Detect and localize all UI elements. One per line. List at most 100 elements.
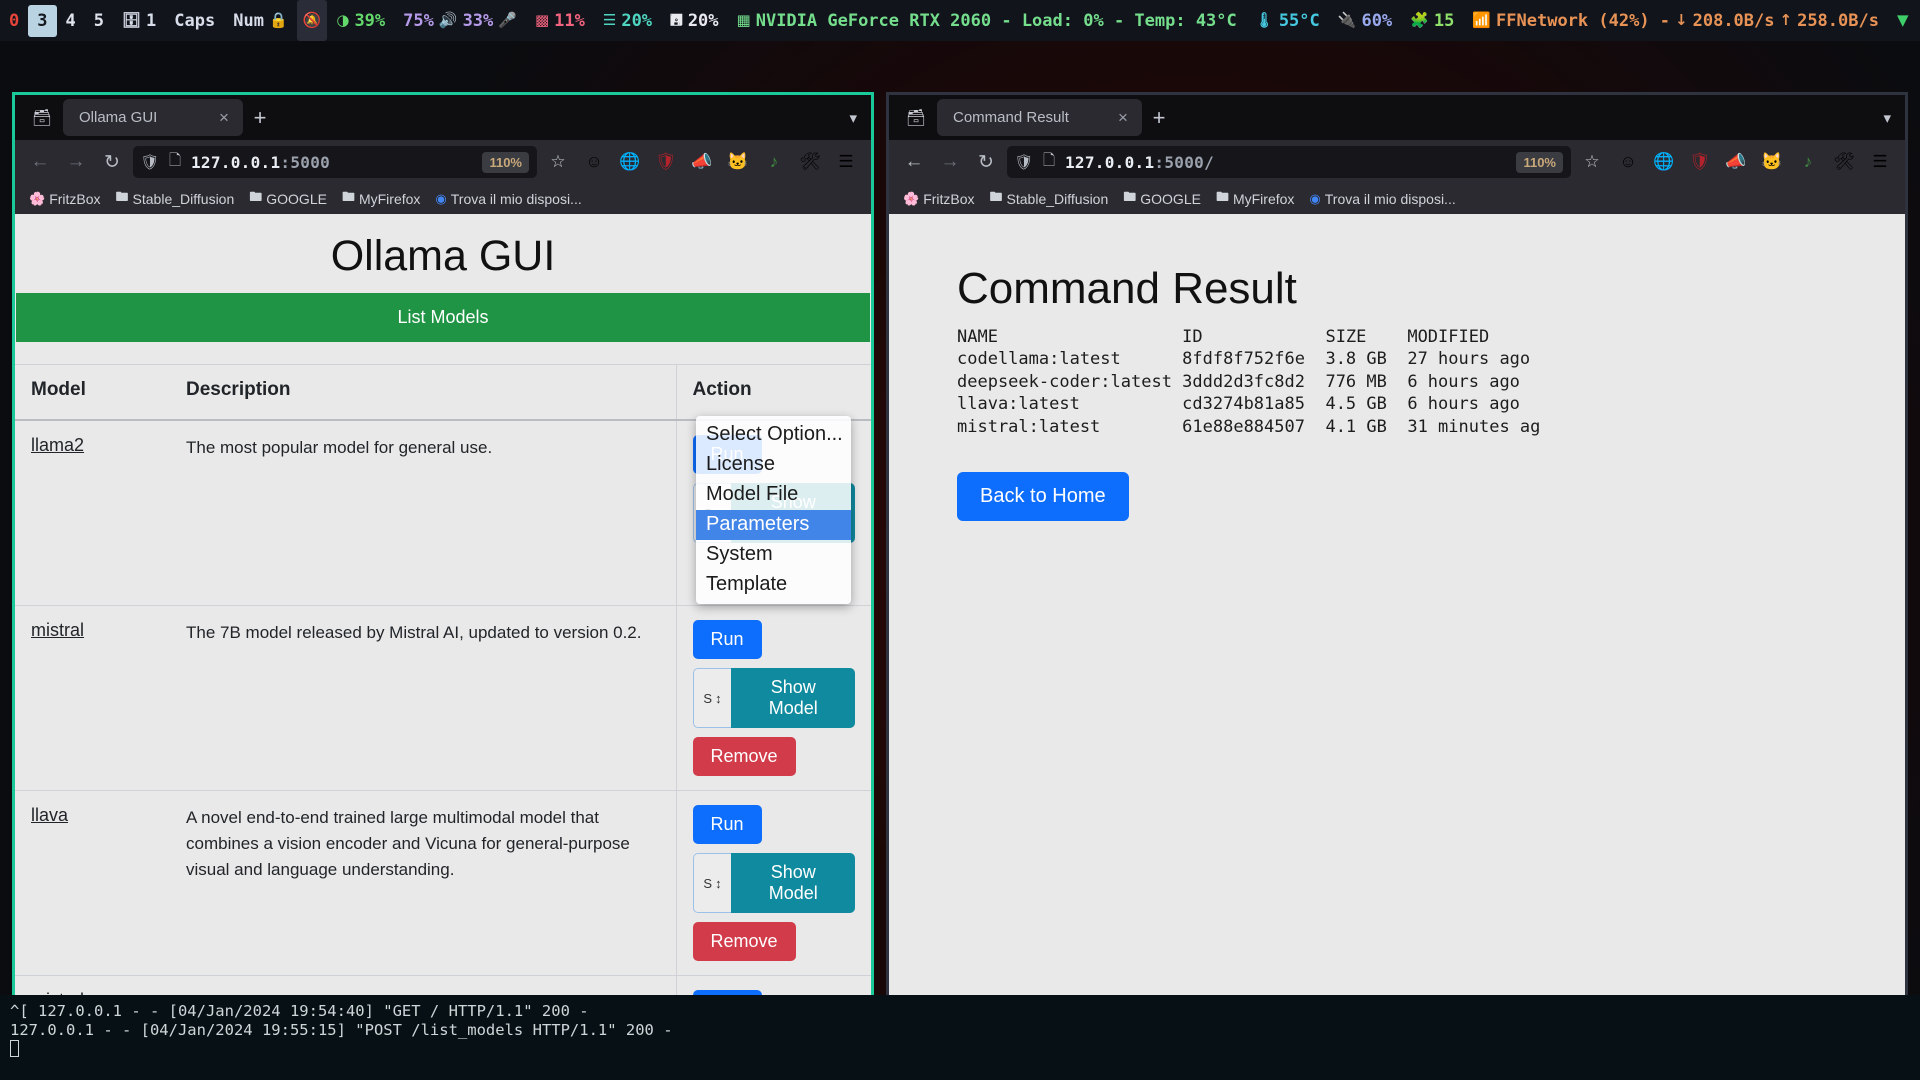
- dropdown-option-system[interactable]: System: [696, 540, 851, 570]
- notifications-toggle[interactable]: 🔕: [296, 0, 328, 41]
- bookmark-fritzbox[interactable]: 🌸 FritzBox: [899, 191, 979, 207]
- show-model-button[interactable]: Show Model: [731, 668, 855, 728]
- cat-icon[interactable]: 🐱: [1757, 147, 1787, 177]
- close-icon[interactable]: ×: [215, 108, 233, 128]
- bookmark-trova-il-mio-dispositivo[interactable]: ◉ Trova il mio disposi...: [431, 191, 585, 207]
- hamburger-menu-icon[interactable]: ☰: [1865, 147, 1895, 177]
- tab-title: Command Result: [953, 109, 1069, 126]
- chevron-down-icon[interactable]: ▾: [849, 109, 857, 127]
- network-indicator[interactable]: 📶 FFNetwork (42%) - ↓ 208.0B/s ↑ 258.0B/…: [1463, 0, 1888, 41]
- microphone-icon: 🎤: [498, 11, 517, 29]
- back-button[interactable]: ←: [25, 147, 55, 177]
- brightness-indicator[interactable]: ◑ 39%: [327, 0, 394, 41]
- megaphone-icon[interactable]: 📣: [687, 147, 717, 177]
- puzzle-extension-icon[interactable]: 🛠: [1829, 147, 1859, 177]
- shield-icon[interactable]: 🛡: [140, 147, 159, 177]
- dropdown-option-template[interactable]: Template: [696, 570, 851, 600]
- close-icon[interactable]: ×: [1114, 108, 1132, 128]
- model-link-mistral[interactable]: mistral: [31, 620, 84, 640]
- reload-button[interactable]: ↻: [97, 147, 127, 177]
- dropdown-option-parameters[interactable]: Parameters: [696, 510, 851, 540]
- music-note-icon[interactable]: ♪: [1793, 147, 1823, 177]
- shield-icon[interactable]: 🛡: [1014, 147, 1033, 177]
- bookmark-myfirefox[interactable]: 🖿 MyFirefox: [1212, 188, 1298, 210]
- forward-button[interactable]: →: [935, 147, 965, 177]
- music-note-icon[interactable]: ♪: [759, 147, 789, 177]
- url-text: 127.0.0.1:5000/: [1065, 153, 1214, 172]
- remove-button[interactable]: Remove: [692, 737, 796, 776]
- folder-icon: 🖿: [249, 189, 263, 204]
- tab-command-result[interactable]: Command Result ×: [937, 99, 1142, 136]
- bookmark-star-icon[interactable]: ☆: [1577, 147, 1607, 177]
- folder-icon: 🖿: [1215, 189, 1229, 204]
- globe-blocked-icon[interactable]: 🌐: [615, 147, 645, 177]
- zoom-level-badge[interactable]: 110%: [482, 151, 529, 173]
- volume-indicator[interactable]: 75% 🔊 33% 🎤: [394, 0, 526, 41]
- remove-button[interactable]: Remove: [692, 922, 796, 961]
- model-link-llama2[interactable]: llama2: [31, 435, 84, 455]
- show-model-group: S↕ Show Model: [692, 668, 855, 728]
- back-button[interactable]: ←: [899, 147, 929, 177]
- window-stack-icon: 🗄: [122, 11, 142, 29]
- tab-list-icon[interactable]: 🗃: [895, 95, 937, 140]
- dropdown-option-model-file[interactable]: Model File: [696, 480, 851, 510]
- updates-indicator[interactable]: 🧩 15: [1401, 0, 1463, 41]
- address-bar[interactable]: 🛡 🗋 127.0.0.1:5000 110%: [133, 146, 537, 178]
- account-icon[interactable]: ☺: [579, 147, 609, 177]
- run-button[interactable]: Run: [692, 620, 762, 659]
- option-dropdown-menu[interactable]: Select Option... License Model File Para…: [696, 416, 851, 604]
- bookmark-google[interactable]: 🖿 GOOGLE: [245, 188, 331, 210]
- tab-ollama-gui[interactable]: Ollama GUI ×: [63, 99, 243, 136]
- new-tab-button[interactable]: +: [243, 101, 277, 135]
- bookmark-star-icon[interactable]: ☆: [543, 147, 573, 177]
- cat-icon[interactable]: 🐱: [723, 147, 753, 177]
- account-icon[interactable]: ☺: [1613, 147, 1643, 177]
- bookmark-trova-il-mio-dispositivo[interactable]: ◉ Trova il mio disposi...: [1305, 191, 1459, 207]
- tab-strip: 🗃 Command Result × + ▾: [889, 95, 1905, 140]
- globe-blocked-icon[interactable]: 🌐: [1649, 147, 1679, 177]
- new-tab-button[interactable]: +: [1142, 101, 1176, 135]
- navigation-toolbar: ← → ↻ 🛡 🗋 127.0.0.1:5000/ 110% ☆ ☺ 🌐 🛡 📣…: [889, 140, 1905, 184]
- desktop-background: 🗃 Ollama GUI × + ▾ ← → ↻ 🛡 🗋 127.0.0.1:5…: [0, 41, 1920, 1080]
- dropdown-option-select-option[interactable]: Select Option...: [696, 420, 851, 450]
- ublock-origin-icon[interactable]: 🛡: [651, 147, 681, 177]
- run-button[interactable]: Run: [692, 805, 762, 844]
- chevron-down-icon[interactable]: ▾: [1883, 109, 1891, 127]
- ublock-origin-icon[interactable]: 🛡: [1685, 147, 1715, 177]
- option-select[interactable]: S↕: [692, 853, 732, 913]
- workspace-0[interactable]: 0: [0, 0, 28, 41]
- page-info-icon[interactable]: 🗋: [167, 147, 183, 177]
- list-models-button[interactable]: List Models: [16, 293, 870, 342]
- select-current-value: S: [703, 875, 713, 891]
- dropdown-option-license[interactable]: License: [696, 450, 851, 480]
- forward-button[interactable]: →: [61, 147, 91, 177]
- workspace-5[interactable]: 5: [85, 0, 113, 41]
- tab-list-icon[interactable]: 🗃: [21, 95, 63, 140]
- column-header-model: Model: [15, 364, 170, 421]
- bookmark-myfirefox[interactable]: 🖿 MyFirefox: [338, 188, 424, 210]
- terminal-log[interactable]: ^[ 127.0.0.1 - - [04/Jan/2024 19:54:40] …: [0, 995, 1920, 1080]
- bookmark-google[interactable]: 🖿 GOOGLE: [1119, 188, 1205, 210]
- model-link-llava[interactable]: llava: [31, 805, 68, 825]
- page-info-icon[interactable]: 🗋: [1041, 147, 1057, 177]
- workspace-4[interactable]: 4: [57, 0, 85, 41]
- option-select[interactable]: S↕: [692, 668, 732, 728]
- tab-strip: 🗃 Ollama GUI × + ▾: [15, 95, 871, 140]
- reload-button[interactable]: ↻: [971, 147, 1001, 177]
- megaphone-icon[interactable]: 📣: [1721, 147, 1751, 177]
- bookmark-fritzbox[interactable]: 🌸 FritzBox: [25, 191, 105, 207]
- address-bar[interactable]: 🛡 🗋 127.0.0.1:5000/ 110%: [1007, 146, 1571, 178]
- bookmark-stable-diffusion[interactable]: 🖿 Stable_Diffusion: [112, 188, 239, 210]
- puzzle-extension-icon[interactable]: 🛠: [795, 147, 825, 177]
- lock-icon: 🔒: [268, 11, 288, 29]
- back-to-home-button[interactable]: Back to Home: [957, 472, 1129, 522]
- url-port: :5000: [280, 152, 331, 172]
- show-model-button[interactable]: Show Model: [731, 853, 855, 913]
- zoom-level-badge[interactable]: 110%: [1516, 151, 1563, 173]
- cpu-indicator: ▩ 11%: [526, 0, 594, 41]
- bookmarks-bar: 🌸 FritzBox 🖿 Stable_Diffusion 🖿 GOOGLE 🖿 MyF…: [889, 184, 1905, 214]
- bookmark-stable-diffusion[interactable]: 🖿 Stable_Diffusion: [986, 188, 1113, 210]
- workspace-3[interactable]: 3: [28, 4, 57, 37]
- action-buttons: Run S↕ Show Model Remove: [692, 805, 855, 961]
- hamburger-menu-icon[interactable]: ☰: [831, 147, 861, 177]
